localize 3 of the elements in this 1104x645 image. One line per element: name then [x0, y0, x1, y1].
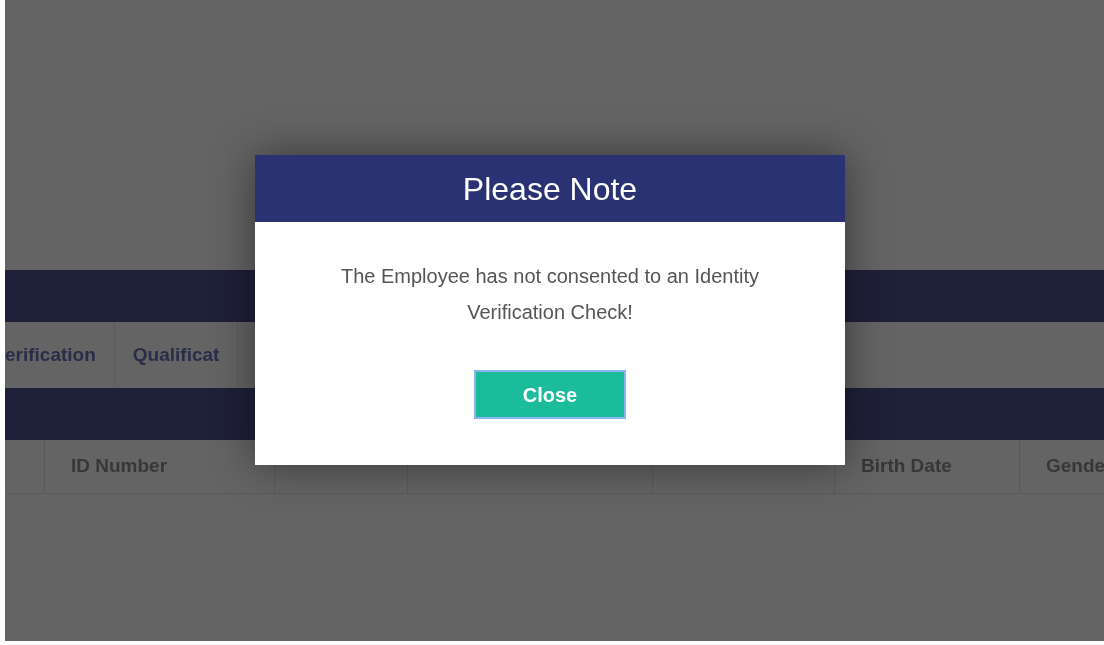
close-button[interactable]: Close: [474, 370, 626, 419]
modal-title: Please Note: [255, 155, 845, 222]
modal-message: The Employee has not consented to an Identity Verification Check!: [339, 264, 760, 325]
